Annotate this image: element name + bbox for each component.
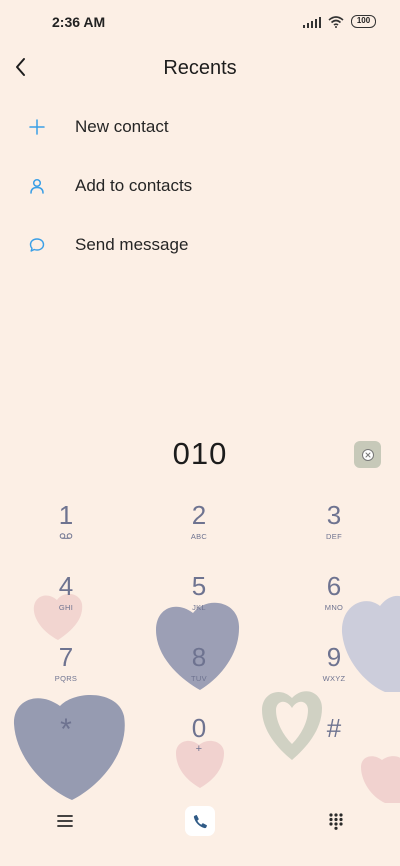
key-4[interactable]: 4 GHI [21,569,111,629]
new-contact-label: New contact [75,116,169,136]
key-9[interactable]: 9 WXYZ [289,640,379,700]
person-icon [27,176,47,196]
key-digit: 3 [326,500,342,530]
add-to-contacts-label: Add to contacts [75,175,193,195]
key-digit: 2 [191,500,207,530]
send-message-label: Send message [75,234,189,254]
key-star[interactable]: * [21,711,111,771]
send-message-item[interactable]: Send message [0,215,400,274]
key-5[interactable]: 5 JKL [154,569,244,629]
key-0[interactable]: 0 + [154,711,244,771]
key-2[interactable]: 2 ABC [154,498,244,558]
add-to-contacts-item[interactable]: Add to contacts [0,156,400,215]
key-3[interactable]: 3 DEF [289,498,379,558]
call-button[interactable] [185,806,215,836]
key-digit: 4 [58,571,74,601]
status-time: 2:36 AM [52,14,106,30]
key-7[interactable]: 7 PQRS [21,640,111,700]
status-icons: 100 [302,15,376,28]
key-digit: 9 [326,642,342,672]
action-list: New contact Add to contacts Send message [0,97,400,274]
new-contact-item[interactable]: New contact [0,97,400,156]
key-letters: ABC [190,532,208,541]
dialed-number: 010 [172,436,228,471]
key-digit: * [60,713,72,746]
plus-icon [27,117,47,137]
key-digit: 7 [58,642,74,672]
phone-icon [193,814,207,828]
key-digit: 1 [58,500,74,530]
key-letters: JKL [192,603,206,612]
status-bar: 2:36 AM 100 [0,0,400,44]
key-letters: WXYZ [322,674,346,683]
dialpad-icon [329,813,343,830]
header: Recents [0,44,400,92]
voicemail-icon [59,533,73,539]
key-letters: MNO [324,603,344,612]
key-1[interactable]: 1 [21,498,111,558]
battery-indicator: 100 [351,15,376,28]
key-hash[interactable]: # [289,711,379,771]
page-title: Recents [163,57,237,79]
wifi-icon [328,15,344,28]
menu-button[interactable] [52,810,78,832]
bottom-bar [0,800,400,840]
key-6[interactable]: 6 MNO [289,569,379,629]
dialpad-toggle-button[interactable] [323,809,349,833]
key-8[interactable]: 8 TUV [154,640,244,700]
key-digit: 0 [191,713,207,743]
key-digit: 6 [326,571,342,601]
key-digit: # [326,713,342,743]
signal-icon [302,16,321,28]
key-letters: GHI [58,603,74,612]
key-digit: 8 [191,642,207,672]
recent-calls-mini-icon[interactable] [354,441,381,468]
key-letters: DEF [326,532,342,541]
key-digit: 5 [191,571,207,601]
message-icon [27,235,47,255]
key-letters: + [195,743,203,755]
key-letters: TUV [191,674,207,683]
key-letters: PQRS [54,674,78,683]
menu-icon [57,815,73,827]
